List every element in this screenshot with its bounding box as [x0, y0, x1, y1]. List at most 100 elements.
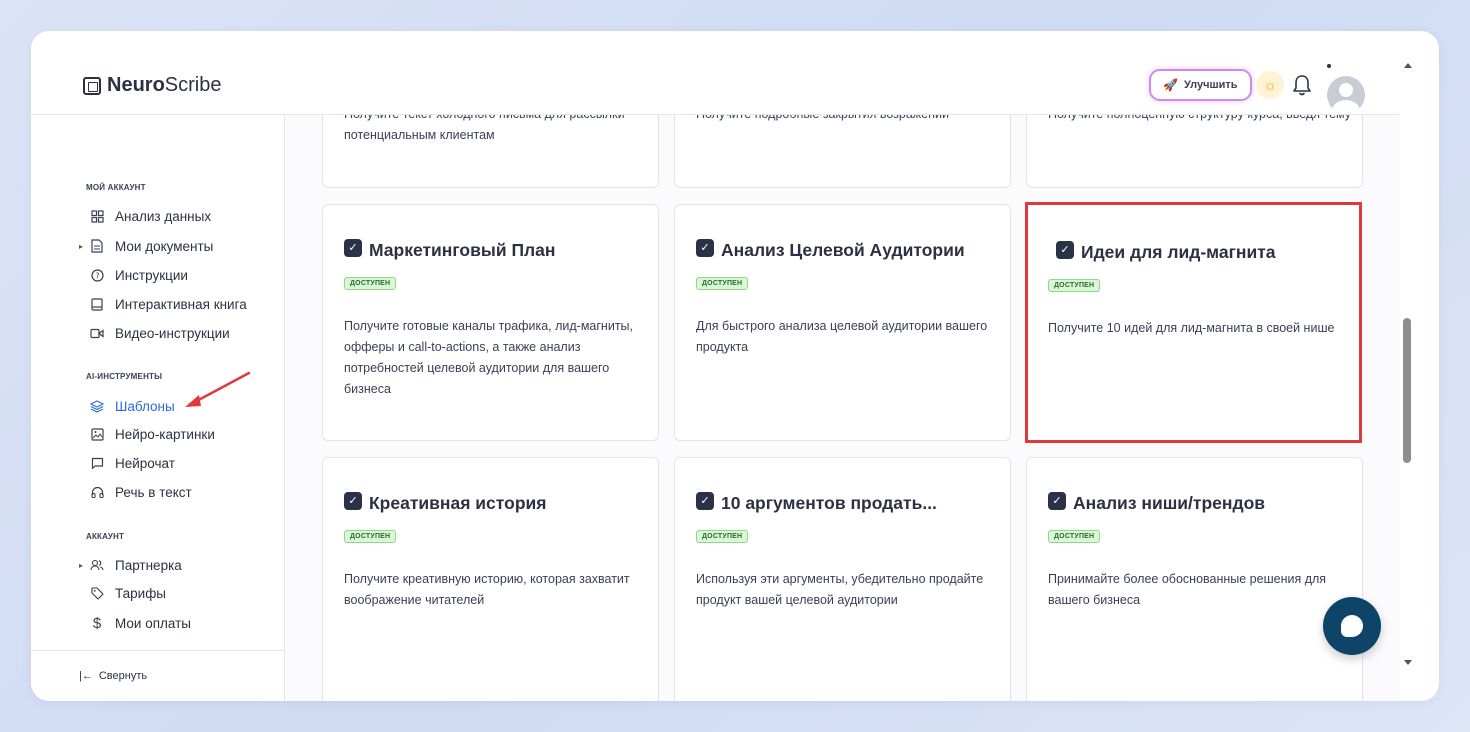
checkbox-icon: ✓	[696, 238, 714, 257]
card-description: Получите подробные закрытия возражений	[696, 115, 1006, 125]
scrollbar-thumb[interactable]	[1403, 318, 1411, 463]
card-title: ✓ 10 аргументов продать...	[696, 491, 937, 514]
template-card[interactable]: Получите текст холодного письма для расс…	[322, 115, 659, 188]
card-description: Получите текст холодного письма для расс…	[344, 115, 625, 142]
sidebar-item-data-analysis[interactable]: Анализ данных	[79, 205, 211, 227]
sidebar-item-label: Речь в текст	[115, 484, 192, 500]
expand-caret-icon[interactable]: ▸	[79, 561, 89, 570]
collapse-sidebar-button[interactable]: |← Свернуть	[79, 670, 147, 682]
layers-icon	[89, 398, 105, 414]
status-badge: ДОСТУПЕН	[1048, 279, 1101, 292]
sidebar-item-label: Тарифы	[115, 585, 167, 601]
sidebar-item-label: Интерактивная книга	[115, 296, 247, 312]
card-description: Получите 10 идей для лид-магнита в своей…	[1048, 321, 1335, 335]
sidebar-item-neurochat[interactable]: Нейрочат	[79, 452, 175, 474]
template-card-marketing-plan[interactable]: ✓ Маркетинговый План ДОСТУПЕН Получите г…	[322, 204, 659, 441]
sidebar-item-label: Инструкции	[115, 267, 188, 283]
card-title: ✓ Анализ Целевой Аудитории	[696, 238, 965, 261]
svg-text:?: ?	[95, 271, 99, 280]
card-title: ✓ Маркетинговый План	[344, 238, 555, 261]
logo-icon	[83, 76, 101, 95]
template-card-lead-magnet-ideas[interactable]: ✓ Идеи для лид-магнита ДОСТУПЕН Получите…	[1025, 202, 1362, 443]
top-header: NeuroScribe 🚀 Улучшить ☼	[31, 31, 1400, 115]
grid-icon	[89, 208, 105, 224]
checkbox-icon: ✓	[696, 491, 714, 510]
collapse-label: Свернуть	[98, 670, 148, 682]
book-icon	[89, 296, 105, 312]
sidebar-item-my-payments[interactable]: $ Мои оплаты	[79, 612, 191, 634]
card-description: Получите готовые каналы трафика, лид-маг…	[344, 319, 634, 396]
template-card-creative-story[interactable]: ✓ Креативная история ДОСТУПЕН Получите к…	[322, 457, 659, 701]
sidebar-item-label: Нейрочат	[115, 455, 175, 471]
sidebar-item-label: Видео-инструкции	[115, 325, 230, 341]
sidebar-item-video-instructions[interactable]: Видео-инструкции	[79, 322, 230, 344]
sidebar-item-templates[interactable]: Шаблоны	[79, 395, 175, 417]
sidebar-item-label: Мои оплаты	[115, 615, 191, 631]
tag-icon	[89, 585, 105, 601]
sidebar-item-label: Мои документы	[115, 238, 214, 254]
sidebar-item-interactive-book[interactable]: Интерактивная книга	[79, 293, 247, 315]
red-arrow-annotation-icon	[185, 371, 251, 407]
theme-toggle-sun-icon[interactable]: ☼	[1256, 71, 1284, 99]
support-chat-button[interactable]	[1323, 597, 1381, 655]
section-title-my-account: МОЙ АККАУНТ	[86, 183, 146, 192]
image-icon	[89, 426, 105, 442]
brand-name: NeuroScribe	[107, 74, 222, 96]
sidebar-item-label: Партнерка	[115, 557, 182, 573]
sidebar-item-neuro-images[interactable]: Нейро-картинки	[79, 423, 215, 445]
checkbox-icon: ✓	[344, 491, 362, 510]
sidebar-item-label: Нейро-картинки	[115, 426, 215, 442]
card-description: Используя эти аргументы, убедительно про…	[696, 572, 984, 607]
sidebar-item-partners[interactable]: ▸ Партнерка	[79, 554, 182, 576]
checkbox-icon: ✓	[1056, 240, 1074, 259]
card-description: Получите креативную историю, которая зах…	[344, 572, 630, 607]
status-badge: ДОСТУПЕН	[344, 277, 397, 290]
template-card[interactable]: Получите полноценную структуру курса, вв…	[1026, 115, 1363, 188]
sidebar-item-label: Анализ данных	[115, 208, 212, 224]
sidebar-item-tariffs[interactable]: Тарифы	[79, 582, 166, 604]
headphones-icon	[89, 484, 105, 500]
chat-icon	[89, 455, 105, 471]
rocket-icon: 🚀	[1163, 78, 1178, 92]
users-icon	[89, 557, 105, 573]
sidebar: МОЙ АККАУНТ Анализ данных ▸ Мои документ…	[31, 115, 285, 701]
scroll-down-arrow-icon[interactable]	[1404, 660, 1412, 665]
status-badge: ДОСТУПЕН	[344, 530, 397, 543]
template-card-audience-analysis[interactable]: ✓ Анализ Целевой Аудитории ДОСТУПЕН Для …	[674, 204, 1011, 441]
status-badge: ДОСТУПЕН	[696, 277, 749, 290]
sidebar-divider	[31, 650, 285, 651]
sidebar-item-speech-to-text[interactable]: Речь в текст	[79, 481, 192, 503]
templates-grid: Получите текст холодного письма для расс…	[286, 115, 1400, 701]
bell-icon[interactable]	[1291, 73, 1313, 97]
app-window: NeuroScribe 🚀 Улучшить ☼ МОЙ АККАУНТ Ана…	[31, 31, 1439, 701]
logo[interactable]: NeuroScribe	[83, 74, 222, 97]
status-badge: ДОСТУПЕН	[1048, 530, 1101, 543]
notification-dot	[1327, 64, 1331, 68]
card-description: Для быстрого анализа целевой аудитории в…	[696, 319, 988, 354]
expand-caret-icon[interactable]: ▸	[79, 242, 89, 251]
template-card[interactable]: Получите подробные закрытия возражений	[674, 115, 1011, 188]
sidebar-item-label: Шаблоны	[115, 398, 175, 414]
upgrade-label: Улучшить	[1183, 79, 1238, 91]
sidebar-item-instructions[interactable]: ? Инструкции	[79, 264, 188, 286]
card-title: ✓ Креативная история	[344, 491, 546, 514]
avatar[interactable]	[1327, 76, 1365, 114]
template-card-niche-trends[interactable]: ✓ Анализ ниши/трендов ДОСТУПЕН Принимайт…	[1026, 457, 1363, 701]
card-description: Принимайте более обоснованные решения дл…	[1048, 572, 1327, 607]
template-card-10-arguments[interactable]: ✓ 10 аргументов продать... ДОСТУПЕН Испо…	[674, 457, 1011, 701]
status-badge: ДОСТУПЕН	[696, 530, 749, 543]
help-circle-icon: ?	[89, 267, 105, 283]
scroll-up-arrow-icon[interactable]	[1404, 63, 1412, 68]
card-title: ✓ Идеи для лид-магнита	[1056, 240, 1276, 263]
section-title-ai-tools: AI-ИНСТРУМЕНТЫ	[86, 372, 163, 381]
checkbox-icon: ✓	[344, 238, 362, 257]
card-title: ✓ Анализ ниши/трендов	[1048, 491, 1265, 514]
upgrade-button[interactable]: 🚀 Улучшить	[1151, 71, 1250, 99]
sidebar-item-my-documents[interactable]: ▸ Мои документы	[79, 235, 213, 257]
collapse-arrow-icon: |←	[79, 670, 93, 682]
dollar-icon: $	[92, 614, 102, 632]
document-icon	[89, 238, 105, 254]
video-icon	[89, 325, 105, 341]
section-title-account: АККАУНТ	[86, 532, 125, 541]
checkbox-icon: ✓	[1048, 491, 1066, 510]
